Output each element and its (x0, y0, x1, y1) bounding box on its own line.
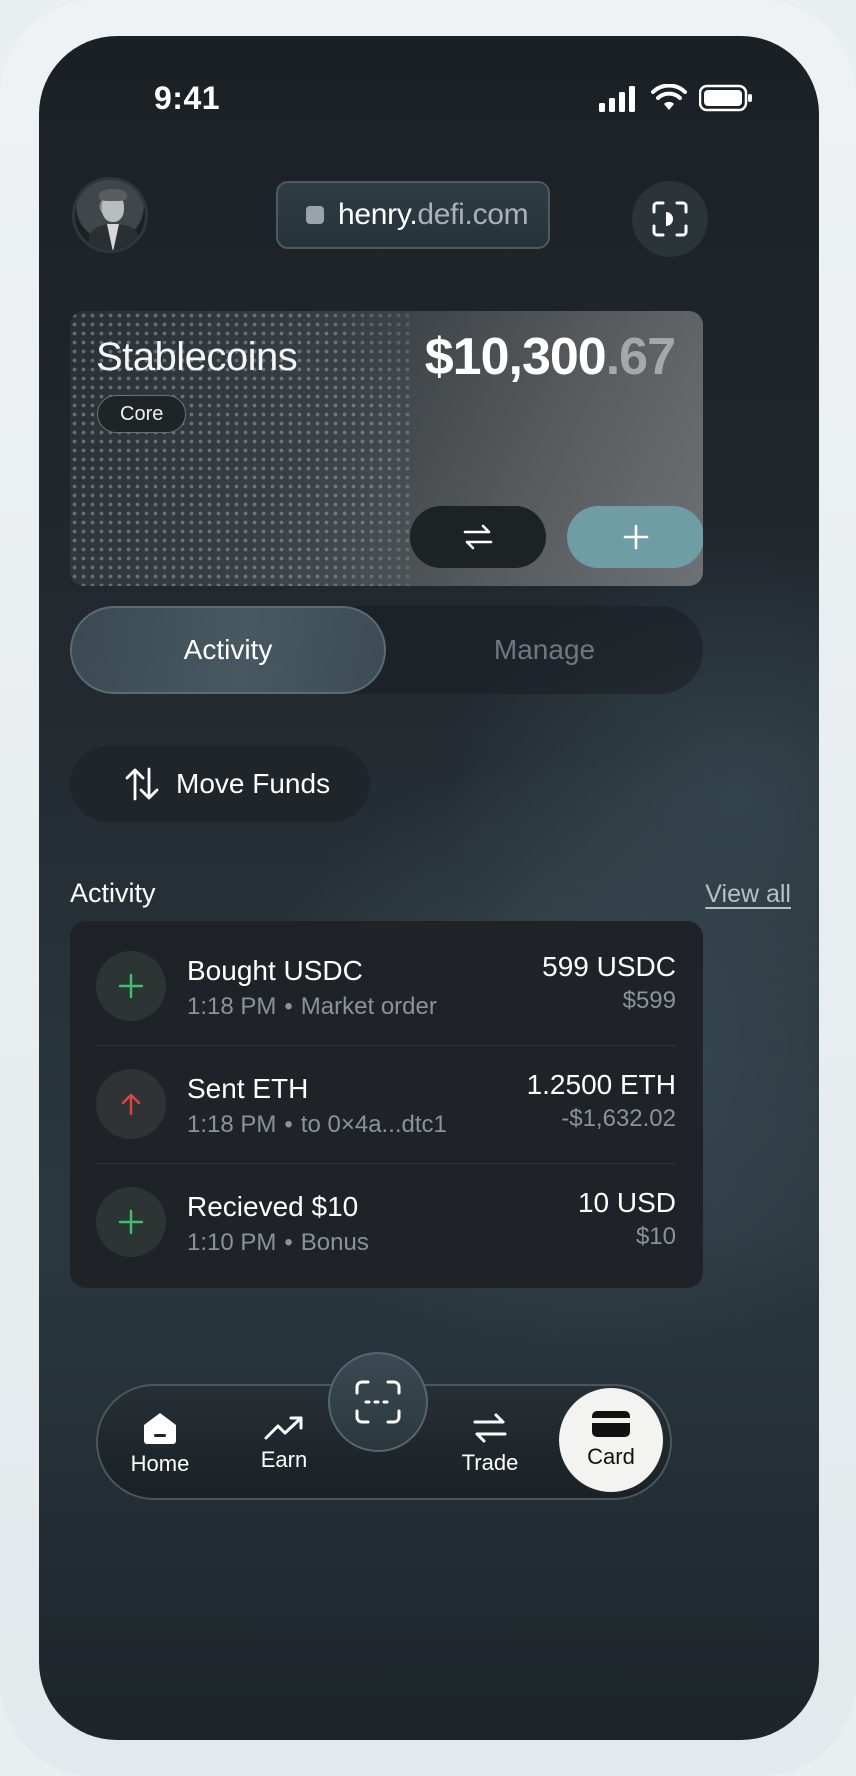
tab-trade[interactable]: Trade (450, 1386, 530, 1502)
trending-up-icon (264, 1416, 303, 1440)
activity-detail: Bonus (300, 1229, 369, 1256)
move-funds-button[interactable]: Move Funds (70, 746, 370, 822)
activity-detail: to 0×4a...dtc1 (300, 1111, 447, 1138)
activity-time: 1:10 PM (187, 1229, 277, 1256)
separator-dot: • (284, 1111, 293, 1138)
swap-icon (473, 1413, 507, 1443)
plus-icon (623, 524, 648, 550)
card-balance: $10,300.67 (424, 327, 676, 387)
address-domain: defi.com (417, 198, 529, 231)
activity-amount: 10 USD (577, 1187, 676, 1218)
activity-icon-wrap (96, 1069, 166, 1139)
tab-home-label: Home (130, 1451, 190, 1476)
tab-earn-label: Earn (260, 1447, 308, 1472)
activity-time: 1:18 PM (187, 1111, 277, 1138)
activity-subtitle: 1:10 PM • Bonus (187, 1229, 369, 1257)
lock-icon (306, 206, 324, 224)
separator-dot: • (284, 993, 293, 1020)
device-frame: 9:41 henry.defi.com Stablecoins Core $10… (0, 0, 856, 1776)
avatar-hair (99, 189, 127, 201)
balance-main: $10,300 (424, 328, 607, 386)
separator-dot: • (284, 1229, 293, 1256)
activity-detail: Market order (300, 993, 437, 1020)
core-badge: Core (97, 395, 187, 433)
arrows-up-down-icon (125, 767, 159, 801)
activity-fiat: $599 (622, 987, 676, 1014)
battery-icon (699, 84, 752, 112)
face-scan-icon (652, 201, 688, 237)
plus-icon (118, 1209, 144, 1235)
address-host: henry. (338, 198, 418, 231)
address-text: henry.defi.com (338, 198, 529, 232)
balance-cents: .67 (605, 328, 676, 386)
activity-fiat: -$1,632.02 (561, 1105, 676, 1132)
activity-heading: Activity (70, 878, 156, 908)
home-icon (144, 1413, 176, 1444)
activity-title: Bought USDC (187, 955, 363, 986)
list-item[interactable]: Sent ETH 1:18 PM • to 0×4a...dtc1 1.2500 E… (70, 1039, 703, 1157)
activity-title: Sent ETH (187, 1073, 309, 1104)
status-bar: 9:41 (39, 36, 819, 146)
cellular-signal-icon (599, 86, 635, 112)
tab-home[interactable]: Home (120, 1386, 200, 1502)
activity-amount: 599 USDC (542, 951, 676, 982)
screen: 9:41 henry.defi.com Stablecoins Core $10… (39, 36, 819, 1740)
tab-card-label: Card (587, 1444, 635, 1469)
face-scan-button[interactable] (632, 181, 708, 257)
status-time: 9:41 (154, 80, 221, 116)
add-funds-button[interactable] (567, 506, 703, 568)
arrow-up-icon (121, 1093, 141, 1116)
wifi-icon (651, 84, 687, 110)
activity-time: 1:18 PM (187, 993, 277, 1020)
swap-icon (463, 524, 493, 550)
tab-manage[interactable]: Manage (386, 606, 703, 694)
view-all-link[interactable]: View all (705, 880, 791, 909)
tab-card[interactable]: Card (559, 1388, 663, 1492)
credit-card-icon (592, 1411, 630, 1437)
stablecoins-card[interactable]: Stablecoins Core $10,300.67 (70, 311, 703, 586)
address-pill[interactable]: henry.defi.com (276, 181, 550, 249)
tab-earn[interactable]: Earn (244, 1386, 324, 1502)
activity-title: Recieved $10 (187, 1191, 359, 1222)
move-funds-label: Move Funds (176, 768, 331, 799)
activity-icon-wrap (96, 1187, 166, 1257)
activity-subtitle: 1:18 PM • Market order (187, 993, 437, 1021)
tab-activity[interactable]: Activity (70, 606, 386, 694)
swap-button[interactable] (410, 506, 546, 568)
activity-fiat: $10 (635, 1223, 676, 1250)
tab-trade-label: Trade (461, 1450, 519, 1475)
activity-amount: 1.2500 ETH (526, 1069, 676, 1100)
list-item[interactable]: Bought USDC 1:18 PM • Market order 599 USD… (70, 921, 703, 1039)
avatar[interactable] (72, 177, 148, 253)
scan-frame-icon (355, 1380, 401, 1424)
scan-button[interactable] (328, 1352, 428, 1452)
list-item[interactable]: Recieved $10 1:10 PM • Bonus 10 USD $10 (70, 1157, 703, 1275)
activity-icon-wrap (96, 951, 166, 1021)
plus-icon (118, 973, 144, 999)
segmented-control: Activity Manage (70, 606, 703, 694)
card-title: Stablecoins (96, 335, 298, 379)
activity-subtitle: 1:18 PM • to 0×4a...dtc1 (187, 1111, 447, 1139)
activity-list: Bought USDC 1:18 PM • Market order 599 USD… (70, 921, 703, 1288)
